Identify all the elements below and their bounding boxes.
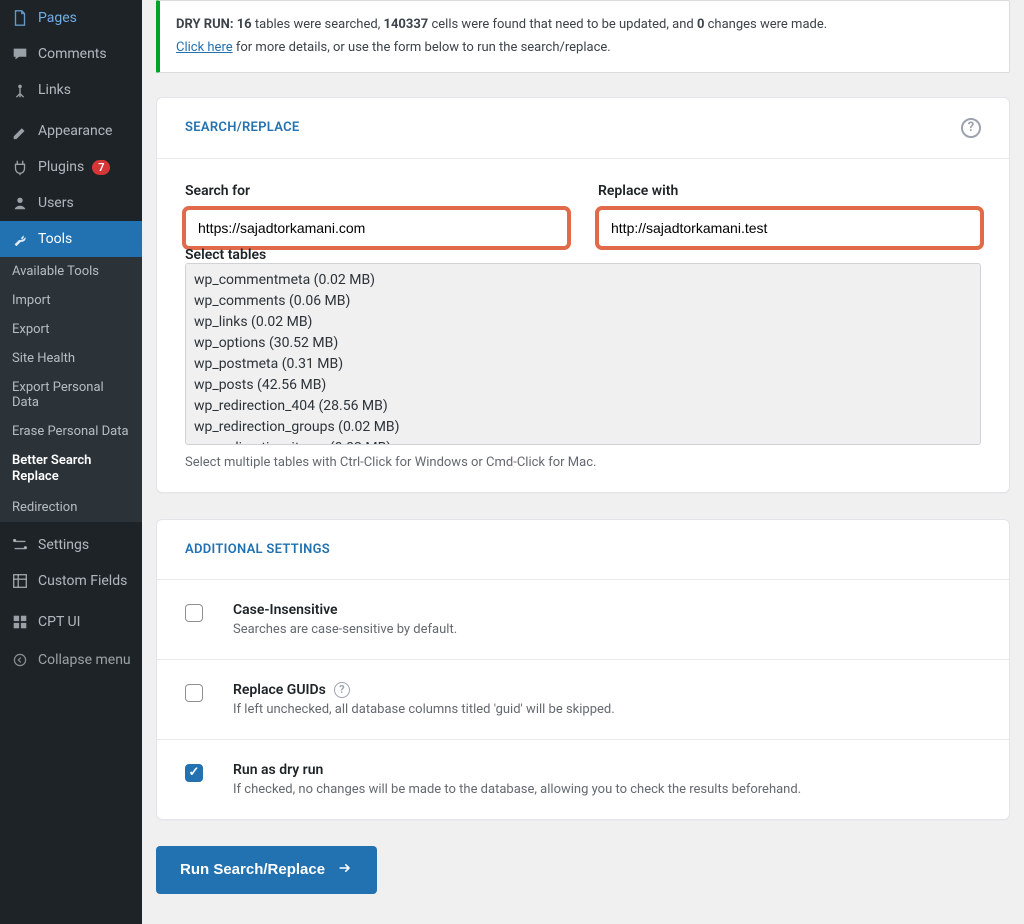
notice-text: for more details, or use the form below … bbox=[233, 40, 611, 55]
replace-with-input[interactable] bbox=[598, 209, 981, 247]
table-option[interactable]: wp_comments (0.06 MB) bbox=[194, 291, 972, 312]
users-icon bbox=[10, 193, 30, 213]
search-replace-card: SEARCH/REPLACE ? Search for Replace with… bbox=[156, 97, 1010, 493]
settings-icon bbox=[10, 535, 30, 555]
table-option[interactable]: wp_links (0.02 MB) bbox=[194, 312, 972, 333]
submenu-export[interactable]: Export bbox=[0, 315, 142, 344]
setting-case-insensitive: Case-Insensitive Searches are case-sensi… bbox=[157, 579, 1009, 659]
setting-replace-guids: Replace GUIDs ? If left unchecked, all d… bbox=[157, 659, 1009, 739]
setting-dry-run: Run as dry run If checked, no changes wi… bbox=[157, 739, 1009, 819]
table-option[interactable]: wp_postmeta (0.31 MB) bbox=[194, 354, 972, 375]
sidebar-item-comments[interactable]: Comments bbox=[0, 36, 142, 72]
sidebar-label: Custom Fields bbox=[38, 573, 127, 589]
notice-tables-count: 16 bbox=[237, 17, 252, 32]
tools-icon bbox=[10, 229, 30, 249]
select-tables-hint: Select multiple tables with Ctrl-Click f… bbox=[185, 455, 981, 470]
additional-settings-title: ADDITIONAL SETTINGS bbox=[185, 542, 330, 557]
submenu-redirection[interactable]: Redirection bbox=[0, 493, 142, 522]
sidebar-label: Links bbox=[38, 82, 71, 98]
search-for-label: Search for bbox=[185, 183, 568, 199]
dry-run-checkbox[interactable] bbox=[185, 764, 203, 782]
notice-details-link[interactable]: Click here bbox=[176, 40, 233, 55]
setting-title: Case-Insensitive bbox=[233, 602, 457, 618]
table-option[interactable]: wp_redirection_items (0.02 MB) bbox=[194, 438, 972, 445]
sidebar-item-cpt-ui[interactable]: CPT UI bbox=[0, 604, 142, 640]
table-option[interactable]: wp_redirection_404 (28.56 MB) bbox=[194, 396, 972, 417]
guids-help-icon[interactable]: ? bbox=[334, 682, 350, 698]
notice-text: changes were made. bbox=[704, 17, 827, 32]
submenu-better-search-replace[interactable]: Better Search Replace bbox=[0, 446, 142, 493]
sidebar-item-links[interactable]: Links bbox=[0, 72, 142, 108]
select-tables-label: Select tables bbox=[185, 247, 266, 263]
sidebar-label: Comments bbox=[38, 46, 107, 62]
links-icon bbox=[10, 80, 30, 100]
search-for-input[interactable] bbox=[185, 209, 568, 247]
sidebar-label: Appearance bbox=[38, 123, 112, 139]
setting-title: Replace GUIDs bbox=[233, 682, 326, 698]
notice-text: tables were searched, bbox=[252, 17, 384, 32]
table-option[interactable]: wp_posts (42.56 MB) bbox=[194, 375, 972, 396]
collapse-icon bbox=[10, 650, 30, 670]
setting-desc: Searches are case-sensitive by default. bbox=[233, 622, 457, 637]
main-content: DRY RUN: 16 tables were searched, 140337… bbox=[142, 0, 1024, 924]
appearance-icon bbox=[10, 121, 30, 141]
cpt-ui-icon bbox=[10, 612, 30, 632]
arrow-right-icon bbox=[337, 860, 353, 880]
sidebar-item-appearance[interactable]: Appearance bbox=[0, 113, 142, 149]
comments-icon bbox=[10, 44, 30, 64]
collapse-label: Collapse menu bbox=[38, 652, 131, 668]
submenu-site-health[interactable]: Site Health bbox=[0, 344, 142, 373]
sidebar-label: CPT UI bbox=[38, 614, 80, 630]
submenu-available-tools[interactable]: Available Tools bbox=[0, 257, 142, 286]
additional-settings-card: ADDITIONAL SETTINGS Case-Insensitive Sea… bbox=[156, 519, 1010, 820]
pages-icon bbox=[10, 8, 30, 28]
notice-text: cells were found that need to be updated… bbox=[428, 17, 697, 32]
submenu-export-personal[interactable]: Export Personal Data bbox=[0, 373, 142, 417]
table-option[interactable]: wp_options (30.52 MB) bbox=[194, 333, 972, 354]
setting-desc: If checked, no changes will be made to t… bbox=[233, 782, 801, 797]
sidebar-label: Pages bbox=[38, 10, 77, 26]
case-insensitive-checkbox[interactable] bbox=[185, 604, 203, 622]
sidebar-item-tools[interactable]: Tools bbox=[0, 221, 142, 257]
run-search-replace-button[interactable]: Run Search/Replace bbox=[156, 846, 377, 894]
sidebar-item-pages[interactable]: Pages bbox=[0, 0, 142, 36]
table-option[interactable]: wp_commentmeta (0.02 MB) bbox=[194, 270, 972, 291]
sidebar-label: Plugins bbox=[38, 159, 84, 175]
sidebar-item-plugins[interactable]: Plugins 7 bbox=[0, 149, 142, 185]
collapse-menu[interactable]: Collapse menu bbox=[0, 640, 142, 680]
submenu-erase-personal[interactable]: Erase Personal Data bbox=[0, 417, 142, 446]
tools-submenu: Available Tools Import Export Site Healt… bbox=[0, 257, 142, 522]
sidebar-label: Tools bbox=[38, 231, 72, 247]
admin-sidebar: Pages Comments Links Appearance Plugins … bbox=[0, 0, 142, 924]
replace-guids-checkbox[interactable] bbox=[185, 684, 203, 702]
select-tables-listbox[interactable]: wp_commentmeta (0.02 MB)wp_comments (0.0… bbox=[185, 263, 981, 445]
custom-fields-icon bbox=[10, 571, 30, 591]
search-replace-title: SEARCH/REPLACE bbox=[185, 120, 300, 135]
plugins-icon bbox=[10, 157, 30, 177]
replace-with-label: Replace with bbox=[598, 183, 981, 199]
dry-run-notice: DRY RUN: 16 tables were searched, 140337… bbox=[156, 0, 1010, 73]
sidebar-label: Settings bbox=[38, 537, 89, 553]
notice-prefix: DRY RUN: bbox=[176, 17, 237, 32]
setting-title: Run as dry run bbox=[233, 762, 801, 778]
sidebar-item-custom-fields[interactable]: Custom Fields bbox=[0, 563, 142, 599]
sidebar-item-users[interactable]: Users bbox=[0, 185, 142, 221]
setting-desc: If left unchecked, all database columns … bbox=[233, 702, 615, 717]
submenu-import[interactable]: Import bbox=[0, 286, 142, 315]
table-option[interactable]: wp_redirection_groups (0.02 MB) bbox=[194, 417, 972, 438]
plugins-update-badge: 7 bbox=[92, 160, 110, 175]
help-icon[interactable]: ? bbox=[961, 118, 981, 138]
notice-cells-count: 140337 bbox=[383, 17, 428, 32]
sidebar-label: Users bbox=[38, 195, 74, 211]
button-label: Run Search/Replace bbox=[180, 861, 325, 878]
sidebar-item-settings[interactable]: Settings bbox=[0, 527, 142, 563]
